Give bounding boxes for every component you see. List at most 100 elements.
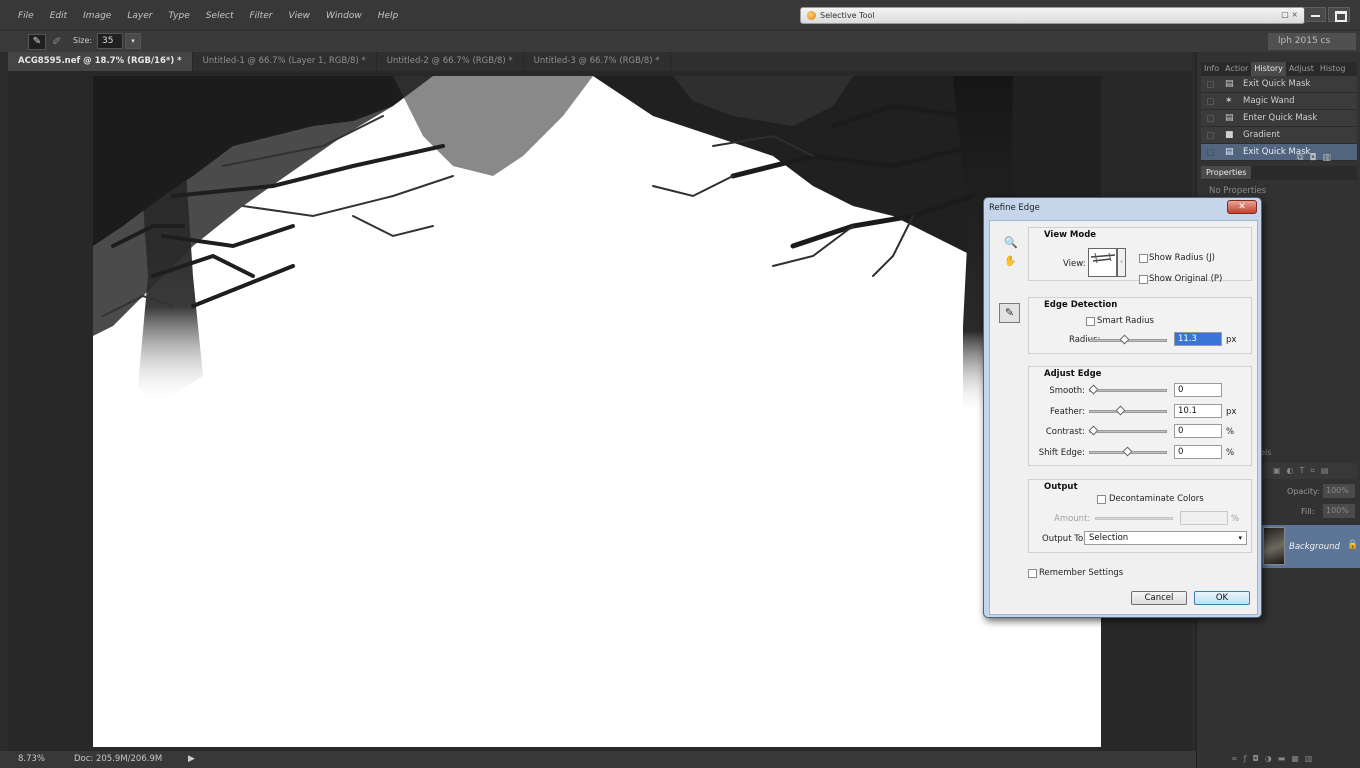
chevron-down-icon: ▾: [1238, 534, 1242, 542]
minimize-button[interactable]: [1304, 7, 1326, 22]
contrast-input[interactable]: 0: [1174, 424, 1222, 438]
remember-settings-checkbox[interactable]: [1028, 569, 1037, 578]
refine-radius-brush-icon[interactable]: ✎: [28, 34, 46, 50]
show-original-label: Show Original (P): [1149, 274, 1223, 284]
smart-radius-checkbox[interactable]: [1086, 317, 1095, 326]
feather-input[interactable]: 10.1: [1174, 404, 1222, 418]
view-mode-dropdown[interactable]: ▾: [1117, 248, 1126, 277]
shift-edge-slider[interactable]: [1089, 446, 1167, 457]
workspace-switcher[interactable]: lph 2015 cs: [1268, 33, 1356, 50]
fill-input[interactable]: 100%: [1323, 504, 1355, 518]
doc-tab-untitled-2[interactable]: Untitled-2 @ 66.7% (RGB/8) *: [377, 52, 524, 71]
history-item-label: Magic Wand: [1243, 96, 1295, 106]
history-item[interactable]: ■ Gradient: [1201, 127, 1357, 144]
contrast-slider-knob[interactable]: [1088, 425, 1099, 436]
tab-histogram[interactable]: Histog: [1317, 62, 1349, 76]
cancel-button[interactable]: Cancel: [1131, 591, 1187, 605]
menu-layer[interactable]: Layer: [119, 11, 160, 21]
shift-edge-slider-knob[interactable]: [1122, 446, 1133, 457]
tab-adjustments[interactable]: Adjust: [1286, 62, 1317, 76]
radius-slider-knob[interactable]: [1119, 334, 1130, 345]
decontaminate-checkbox[interactable]: [1097, 495, 1106, 504]
smooth-slider-knob[interactable]: [1088, 384, 1099, 395]
window-controls[interactable]: □ ×: [1281, 10, 1298, 19]
view-thumbnail-preview: [1090, 252, 1116, 264]
status-menu-arrow-icon[interactable]: ▶: [188, 754, 195, 764]
show-radius-checkbox[interactable]: [1139, 254, 1148, 263]
refine-radius-tool-icon[interactable]: ✎: [999, 303, 1020, 323]
tab-info[interactable]: Info: [1201, 62, 1222, 76]
contrast-slider[interactable]: [1088, 425, 1167, 436]
amount-input: [1180, 511, 1228, 525]
menu-file[interactable]: File: [10, 11, 42, 21]
radius-unit: px: [1226, 335, 1237, 345]
history-item[interactable]: ✶ Magic Wand: [1201, 93, 1357, 110]
menu-edit[interactable]: Edit: [42, 11, 75, 21]
menu-image[interactable]: Image: [75, 11, 119, 21]
ok-button[interactable]: OK: [1194, 591, 1250, 605]
zoom-level[interactable]: 8.73%: [18, 754, 45, 764]
adjust-edge-section: Adjust Edge Smooth: 0 Feather: 10.1 px C…: [1028, 366, 1252, 466]
document-tabs: ACG8595.nef @ 18.7% (RGB/16*) * Untitled…: [8, 52, 1192, 71]
history-footer-icons[interactable]: ⧉◘▥: [1297, 153, 1337, 163]
hand-tool-icon[interactable]: ✋: [1004, 256, 1016, 267]
smooth-slider[interactable]: [1088, 384, 1167, 395]
layer-row-background[interactable]: Background 🔒: [1255, 525, 1360, 568]
amount-unit: %: [1231, 514, 1240, 524]
doc-tab-untitled-3[interactable]: Untitled-3 @ 66.7% (RGB/8) *: [524, 52, 671, 71]
magic-wand-icon: ✶: [1225, 96, 1233, 106]
opacity-input[interactable]: 100%: [1323, 484, 1355, 498]
history-snapshot-box[interactable]: [1207, 149, 1214, 156]
layer-filter-icons[interactable]: ▣◐T⌗▤: [1273, 466, 1335, 476]
close-button[interactable]: ✕: [1227, 200, 1257, 214]
layers-footer-icons[interactable]: ∞ƒ◘◑▬▦▥: [1231, 754, 1318, 763]
smooth-input[interactable]: 0: [1174, 383, 1222, 397]
quick-mask-icon: ▤: [1225, 113, 1234, 123]
history-list: ▤ Exit Quick Mask ✶ Magic Wand ▤ Enter Q…: [1201, 76, 1357, 161]
smart-radius-label: Smart Radius: [1097, 316, 1154, 326]
menu-bar: File Edit Image Layer Type Select Filter…: [0, 0, 1360, 30]
feather-slider-knob[interactable]: [1115, 405, 1126, 416]
brush-size-input[interactable]: 35: [97, 33, 123, 49]
menu-window[interactable]: Window: [318, 11, 370, 21]
view-mode-thumbnail[interactable]: [1088, 248, 1117, 277]
history-item-label: Exit Quick Mask: [1243, 79, 1311, 89]
menu-type[interactable]: Type: [160, 11, 197, 21]
history-item-label: Enter Quick Mask: [1243, 113, 1318, 123]
menu-filter[interactable]: Filter: [242, 11, 281, 21]
shift-edge-input[interactable]: 0: [1174, 445, 1222, 459]
tab-history[interactable]: History: [1251, 62, 1286, 76]
lock-icon: 🔒: [1347, 540, 1359, 550]
history-snapshot-box[interactable]: [1207, 132, 1214, 139]
show-original-checkbox[interactable]: [1139, 275, 1148, 284]
history-item-label: Gradient: [1243, 130, 1280, 140]
history-snapshot-box[interactable]: [1207, 81, 1214, 88]
doc-tab-untitled-1[interactable]: Untitled-1 @ 66.7% (Layer 1, RGB/8) *: [193, 52, 377, 71]
menu-view[interactable]: View: [280, 11, 318, 21]
brush-size-dropdown[interactable]: ▾: [125, 33, 141, 49]
output-to-select[interactable]: Selection ▾: [1084, 531, 1247, 545]
properties-header: Properties: [1201, 166, 1357, 180]
history-item[interactable]: ▤ Exit Quick Mask: [1201, 76, 1357, 93]
tab-actions[interactable]: Actior: [1222, 62, 1251, 76]
smooth-label: Smooth:: [1049, 386, 1085, 396]
doc-tab-acg8595[interactable]: ACG8595.nef @ 18.7% (RGB/16*) *: [8, 52, 193, 71]
feather-slider[interactable]: [1089, 405, 1167, 416]
menu-help[interactable]: Help: [370, 11, 407, 21]
properties-body: No Properties: [1209, 186, 1267, 196]
history-snapshot-box[interactable]: [1207, 98, 1214, 105]
menu-select[interactable]: Select: [198, 11, 242, 21]
erase-refinements-icon[interactable]: ✐: [52, 35, 61, 48]
history-snapshot-box[interactable]: [1207, 115, 1214, 122]
show-radius-label: Show Radius (J): [1149, 253, 1215, 263]
zoom-tool-icon[interactable]: 🔍: [1004, 236, 1018, 249]
history-item[interactable]: ▤ Enter Quick Mask: [1201, 110, 1357, 127]
layer-name[interactable]: Background: [1289, 542, 1340, 552]
selective-tool-window[interactable]: Selective Tool □ ×: [800, 7, 1305, 24]
radius-slider[interactable]: [1089, 334, 1167, 345]
document-canvas[interactable]: [93, 76, 1101, 747]
radius-input[interactable]: 11.3: [1174, 332, 1222, 346]
dialog-body: 🔍 ✋ ✎ View Mode View: ▾ Show Radius (J) …: [989, 220, 1258, 615]
restore-button[interactable]: [1328, 7, 1350, 22]
tab-properties[interactable]: Properties: [1201, 166, 1252, 179]
